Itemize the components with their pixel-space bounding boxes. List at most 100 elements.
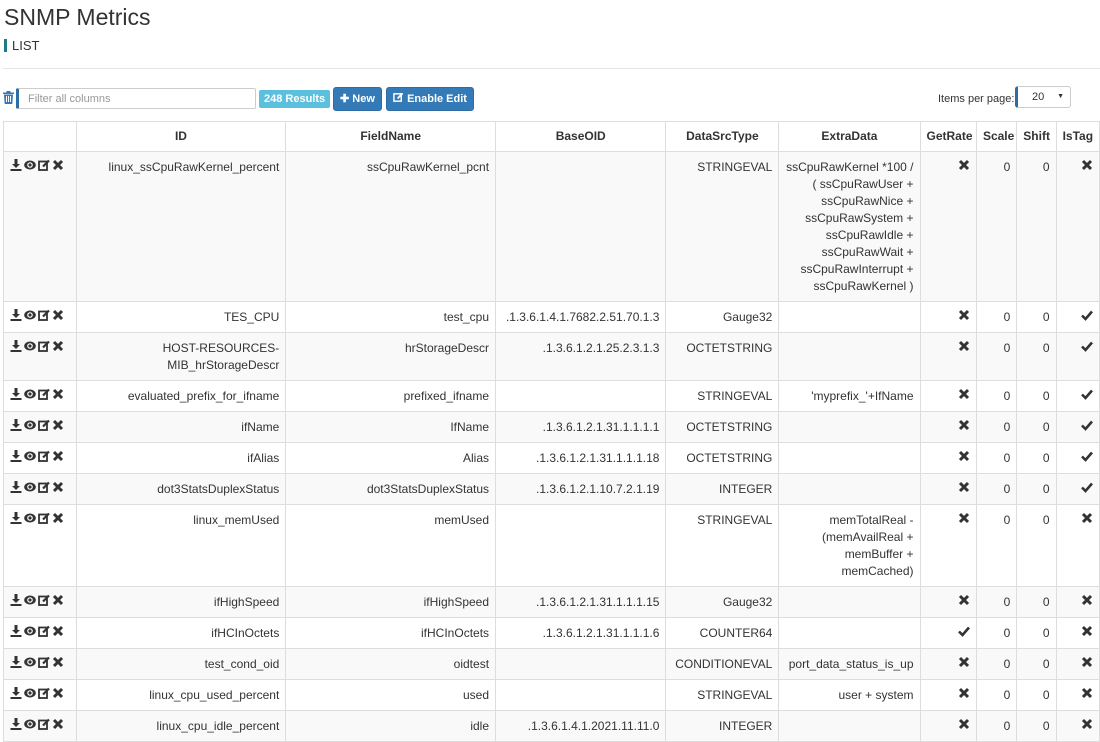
edit-icon[interactable] (38, 340, 52, 354)
eye-icon[interactable] (24, 481, 38, 495)
cross-icon (1081, 625, 1093, 640)
table-row: ifHighSpeed ifHighSpeed .1.3.6.1.2.1.31.1.… (3, 586, 1100, 618)
edit-icon[interactable] (38, 388, 52, 402)
eye-icon[interactable] (24, 309, 38, 323)
cross-icon (958, 481, 970, 496)
new-button[interactable]: ✚ New (333, 87, 382, 111)
delete-icon[interactable] (52, 687, 66, 701)
download-icon[interactable] (10, 656, 24, 670)
download-icon[interactable] (10, 512, 24, 526)
edit-icon[interactable] (38, 594, 52, 608)
delete-icon[interactable] (52, 481, 66, 495)
delete-icon[interactable] (52, 340, 66, 354)
eye-icon[interactable] (24, 512, 38, 526)
column-header-datasrctype[interactable]: DataSrcType (665, 121, 780, 152)
cell-datasrctype: STRINGEVAL (665, 380, 780, 412)
delete-icon[interactable] (52, 159, 66, 173)
download-icon[interactable] (10, 718, 24, 732)
check-icon (1081, 420, 1093, 434)
download-icon[interactable] (10, 419, 24, 433)
cell-extradata: memTotalReal - (memAvailReal + memBuffer… (778, 504, 921, 587)
cell-getrate (919, 380, 977, 412)
column-header-extradata[interactable]: ExtraData (778, 121, 921, 152)
eye-icon[interactable] (24, 687, 38, 701)
check-icon (1081, 482, 1093, 496)
eye-icon[interactable] (24, 419, 38, 433)
cross-icon (958, 340, 970, 355)
edit-icon[interactable] (38, 481, 52, 495)
table-row: linux_cpu_used_percent used STRINGEVAL user… (3, 679, 1100, 711)
column-header-getrate[interactable]: GetRate (919, 121, 977, 152)
column-header-fieldname[interactable]: FieldName (285, 121, 497, 152)
download-icon[interactable] (10, 340, 24, 354)
download-icon[interactable] (10, 450, 24, 464)
items-per-page-select[interactable]: 20 ▼ (1015, 86, 1071, 108)
eye-icon[interactable] (24, 340, 38, 354)
filter-input[interactable] (16, 88, 256, 109)
items-per-page-value: 20 (1032, 91, 1045, 103)
edit-icon[interactable] (38, 687, 52, 701)
edit-icon[interactable] (38, 450, 52, 464)
download-icon[interactable] (10, 687, 24, 701)
eye-icon[interactable] (24, 718, 38, 732)
delete-icon[interactable] (52, 718, 66, 732)
delete-icon[interactable] (52, 656, 66, 670)
edit-icon[interactable] (38, 718, 52, 732)
cell-fieldname: hrStorageDescr (285, 332, 497, 381)
cell-getrate (919, 710, 977, 742)
cell-extradata (778, 586, 921, 618)
trash-icon[interactable] (3, 91, 14, 104)
eye-icon[interactable] (24, 594, 38, 608)
delete-icon[interactable] (52, 419, 66, 433)
column-header-baseoid[interactable]: BaseOID (495, 121, 667, 152)
eye-icon[interactable] (24, 450, 38, 464)
cell-id: dot3StatsDuplexStatus (75, 473, 287, 505)
table-row: evaluated_prefix_for_ifname prefixed_ifna… (3, 380, 1100, 412)
download-icon[interactable] (10, 159, 24, 173)
cell-id: linux_cpu_idle_percent (75, 710, 287, 742)
delete-icon[interactable] (52, 309, 66, 323)
download-icon[interactable] (10, 309, 24, 323)
column-header-istag[interactable]: IsTag (1055, 121, 1100, 152)
edit-icon[interactable] (38, 159, 52, 173)
cell-baseoid: .1.3.6.1.2.1.31.1.1.1.1 (495, 411, 667, 443)
cross-icon (958, 419, 970, 434)
edit-icon[interactable] (38, 625, 52, 639)
column-header-id[interactable]: ID (75, 121, 287, 152)
cell-shift: 0 (1016, 380, 1057, 412)
eye-icon[interactable] (24, 625, 38, 639)
edit-icon[interactable] (38, 419, 52, 433)
cell-baseoid: .1.3.6.1.2.1.25.2.3.1.3 (495, 332, 667, 381)
delete-icon[interactable] (52, 450, 66, 464)
cell-baseoid (495, 504, 667, 587)
row-actions (3, 586, 77, 618)
cell-baseoid: .1.3.6.1.4.1.7682.2.51.70.1.3 (495, 301, 667, 333)
delete-icon[interactable] (52, 512, 66, 526)
row-actions (3, 411, 77, 443)
enable-edit-button[interactable]: Enable Edit (386, 87, 474, 111)
table-header-row: ID FieldName BaseOID DataSrcType ExtraData Ge… (3, 121, 1100, 152)
column-header-shift[interactable]: Shift (1016, 121, 1057, 152)
eye-icon[interactable] (24, 656, 38, 670)
edit-icon[interactable] (38, 512, 52, 526)
eye-icon[interactable] (24, 159, 38, 173)
edit-icon[interactable] (38, 656, 52, 670)
cell-id: TES_CPU (75, 301, 287, 333)
delete-icon[interactable] (52, 388, 66, 402)
cell-id: HOST-RESOURCES-MIB_hrStorageDescr (75, 332, 287, 381)
download-icon[interactable] (10, 481, 24, 495)
cell-scale: 0 (975, 648, 1018, 680)
column-header-scale[interactable]: Scale (975, 121, 1018, 152)
delete-icon[interactable] (52, 594, 66, 608)
delete-icon[interactable] (52, 625, 66, 639)
cell-datasrctype: STRINGEVAL (665, 151, 780, 302)
page-title: SNMP Metrics (4, 4, 151, 30)
eye-icon[interactable] (24, 388, 38, 402)
download-icon[interactable] (10, 388, 24, 402)
table-body: linux_ssCpuRawKernel_percent ssCpuRawKern… (3, 151, 1100, 742)
download-icon[interactable] (10, 594, 24, 608)
cell-istag (1055, 586, 1100, 618)
edit-icon[interactable] (38, 309, 52, 323)
cell-scale: 0 (975, 442, 1018, 474)
download-icon[interactable] (10, 625, 24, 639)
